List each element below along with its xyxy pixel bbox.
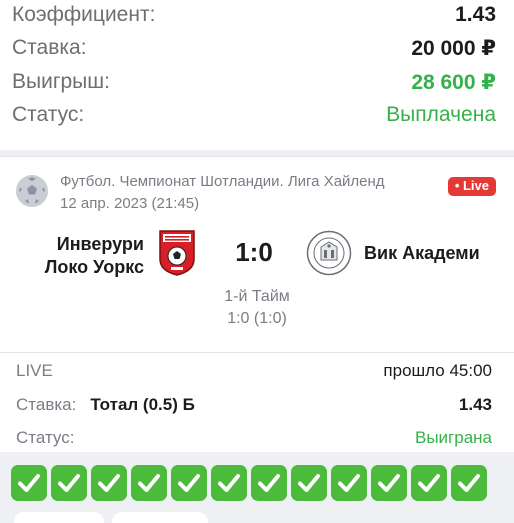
check-mark-icon — [131, 465, 167, 501]
away-team-logo-icon — [306, 230, 352, 276]
home-team-line2: Локо Уоркс — [44, 257, 144, 277]
bet-status-value: Выиграна — [414, 428, 492, 447]
check-mark-icon — [411, 465, 447, 501]
status-value: Выплачена — [386, 103, 496, 126]
live-row: LIVE прошло 45:00 — [16, 358, 492, 384]
check-mark-icon — [251, 465, 287, 501]
bet-status-row: Статус: Выиграна — [16, 425, 492, 451]
check-mark-icon — [11, 465, 47, 501]
winnings-label: Выигрыш: — [12, 70, 110, 93]
home-team-line1: Инверури — [56, 234, 144, 254]
reaction-chip[interactable] — [14, 512, 104, 523]
check-mark-icon — [451, 465, 487, 501]
check-mark-icon — [51, 465, 87, 501]
elapsed-time: прошло 45:00 — [383, 361, 492, 380]
status-label: Статус: — [12, 103, 85, 126]
home-team-name: Инверури Локо Уоркс — [20, 233, 144, 279]
league-name: Футбол. Чемпионат Шотландии. Лига Хайлен… — [60, 173, 385, 190]
stake-label: Ставка: — [12, 36, 87, 59]
bet-coefficient: 1.43 — [458, 395, 492, 414]
check-mark-icon — [291, 465, 327, 501]
event-card[interactable]: Футбол. Чемпионат Шотландии. Лига Хайлен… — [0, 156, 514, 452]
bet-row: Ставка: Тотал (0.5) Б 1.43 — [16, 392, 492, 418]
match-scoreboard: Инверури Локо Уоркс 1:0 Вик Академи — [0, 227, 514, 293]
reaction-chip[interactable] — [112, 512, 208, 523]
bet-status-label: Статус: — [16, 428, 75, 447]
soccer-ball-icon — [16, 175, 48, 207]
bet-label: Ставка: — [16, 395, 77, 414]
check-mark-icon — [211, 465, 247, 501]
card-divider — [0, 352, 514, 353]
home-team-logo-icon — [158, 229, 196, 277]
check-mark-row — [11, 465, 487, 501]
check-mark-icon — [371, 465, 407, 501]
event-header: Футбол. Чемпионат Шотландии. Лига Хайлен… — [14, 171, 500, 215]
match-period: 1-й Тайм — [224, 288, 290, 305]
coefficient-value: 1.43 — [455, 3, 496, 26]
stake-value: 20 000 ₽ — [411, 36, 496, 60]
check-mark-icon — [171, 465, 207, 501]
status-row: Статус: Выплачена — [12, 100, 496, 130]
winnings-value: 28 600 ₽ — [411, 70, 496, 94]
check-mark-icon — [91, 465, 127, 501]
event-date: 12 апр. 2023 (21:45) — [60, 195, 200, 212]
coefficient-row: Коэффициент: 1.43 — [12, 0, 496, 30]
live-badge: • Live — [447, 177, 496, 196]
winnings-row: Выигрыш: 28 600 ₽ — [12, 67, 496, 97]
live-label: LIVE — [16, 361, 53, 380]
stake-row: Ставка: 20 000 ₽ — [12, 33, 496, 63]
period-score: 1:0 (1:0) — [227, 310, 287, 327]
bet-summary: Коэффициент: 1.43 Ставка: 20 000 ₽ Выигр… — [0, 0, 514, 150]
away-team-name: Вик Академи — [364, 243, 480, 263]
coefficient-label: Коэффициент: — [12, 3, 156, 26]
match-score: 1:0 — [235, 237, 273, 267]
check-mark-icon — [331, 465, 367, 501]
bet-market: Тотал (0.5) Б — [90, 395, 195, 414]
